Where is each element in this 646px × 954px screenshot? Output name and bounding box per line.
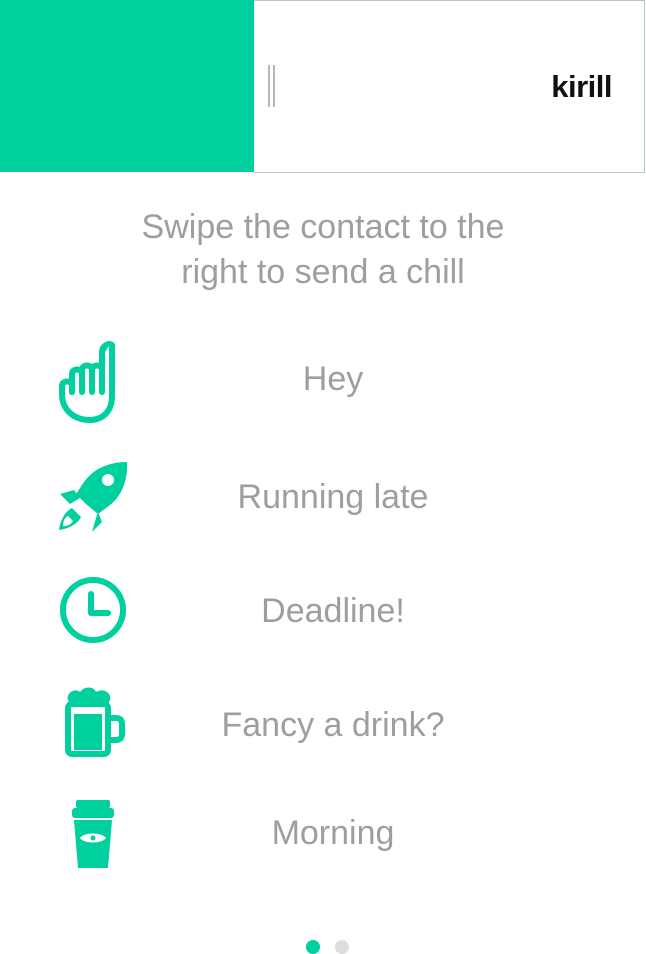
beer-mug-icon <box>50 686 136 776</box>
chill-item-fancy-a-drink[interactable]: Fancy a drink? <box>0 686 646 786</box>
contact-name: kirill <box>551 69 612 104</box>
clock-icon <box>50 572 136 662</box>
instruction-line-2: right to send a chill <box>181 253 465 291</box>
chill-label: Hey <box>302 360 364 398</box>
chill-item-morning[interactable]: Morning <box>0 796 646 896</box>
chill-item-deadline[interactable]: Deadline! <box>0 572 646 672</box>
instruction-line-1: Swipe the contact to the <box>141 208 505 246</box>
swipe-instruction: Swipe the contact to the right to send a… <box>0 205 646 295</box>
chill-label: Morning <box>271 814 395 852</box>
contact-card[interactable]: kirill <box>254 0 645 173</box>
page-dot-active[interactable] <box>306 940 320 954</box>
chill-label: Fancy a drink? <box>221 706 445 744</box>
shaka-hand-icon <box>50 338 136 428</box>
chill-label: Deadline! <box>261 592 405 630</box>
chill-item-hey[interactable]: Hey <box>0 338 646 438</box>
chill-item-running-late[interactable]: Running late <box>0 456 646 556</box>
rocket-icon <box>50 456 136 546</box>
page-dot-inactive[interactable] <box>335 940 349 954</box>
drag-handle-icon[interactable] <box>268 65 278 107</box>
chill-label: Running late <box>237 478 429 516</box>
swipe-reveal-area <box>0 0 254 172</box>
contact-row[interactable]: kirill <box>0 0 646 173</box>
chill-screen: kirill Swipe the contact to the right to… <box>0 0 646 954</box>
coffee-cup-icon <box>50 796 136 886</box>
